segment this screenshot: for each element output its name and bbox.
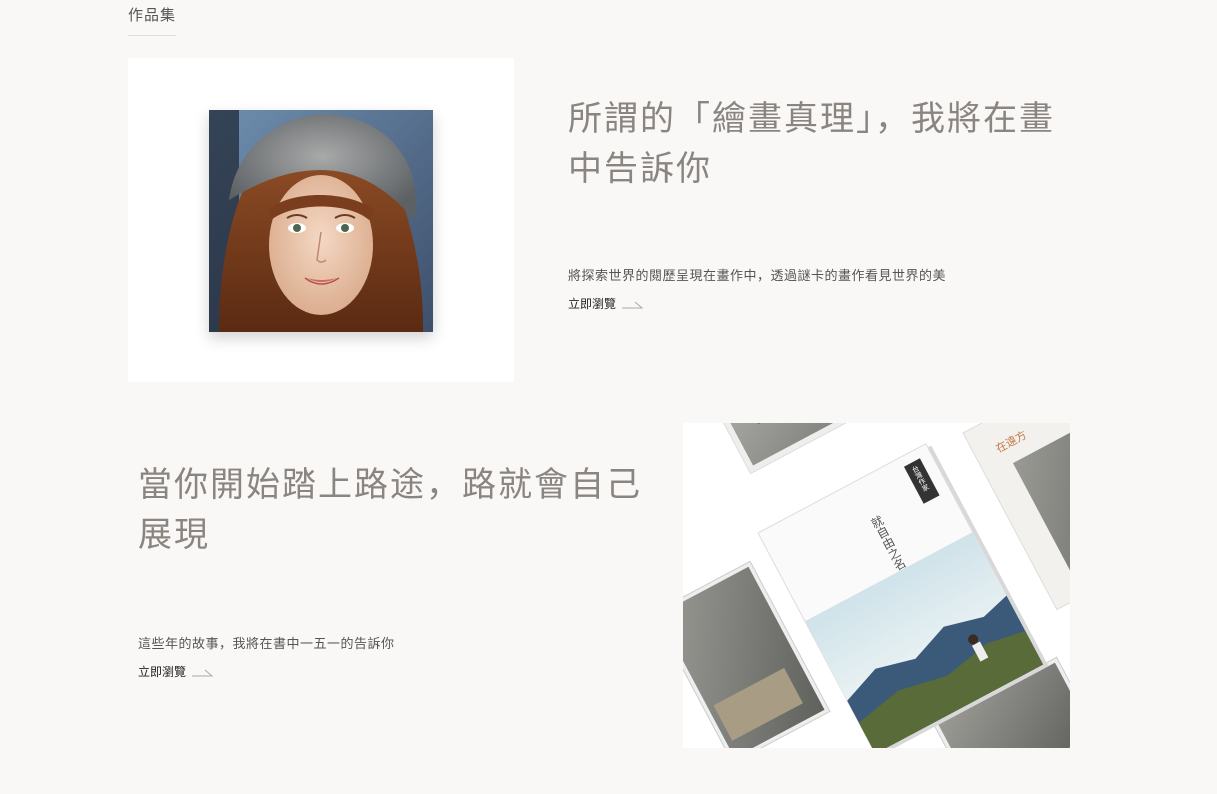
portrait-frame <box>128 58 514 382</box>
arrow-right-icon <box>622 301 644 308</box>
work1-description: 將探索世界的閱歷呈現在畫作中，透過謎卡的畫作看見世界的美 <box>568 269 947 284</box>
work1-title: 所謂的「繪畫真理」，我將在畫 中告訴你 <box>568 94 1088 194</box>
work1-view-link[interactable]: 立即瀏覽 <box>568 295 644 312</box>
portrait-painting-image[interactable] <box>209 110 433 332</box>
work1-view-link-label: 立即瀏覽 <box>568 297 617 311</box>
work1-title-line2: 中告訴你 <box>568 149 712 189</box>
work2-view-link[interactable]: 立即瀏覽 <box>138 663 214 680</box>
work2-description: 這些年的故事，我將在書中一五一的告訴你 <box>138 637 395 652</box>
work1-title-line1: 所謂的「繪畫真理」，我將在畫 <box>568 99 1055 139</box>
work2-title-line1: 當你開始踏上路途，路就會自己 <box>138 465 642 505</box>
work2-title: 當你開始踏上路途，路就會自己 展現 <box>138 460 658 560</box>
work2-view-link-label: 立即瀏覽 <box>138 665 187 679</box>
arrow-right-icon <box>192 669 214 676</box>
section-heading: 作品集 <box>128 4 177 36</box>
work2-title-line2: 展現 <box>138 515 210 555</box>
books-collage-image[interactable]: 在遠方 就自由之名 台灣作家 <box>683 423 1070 748</box>
